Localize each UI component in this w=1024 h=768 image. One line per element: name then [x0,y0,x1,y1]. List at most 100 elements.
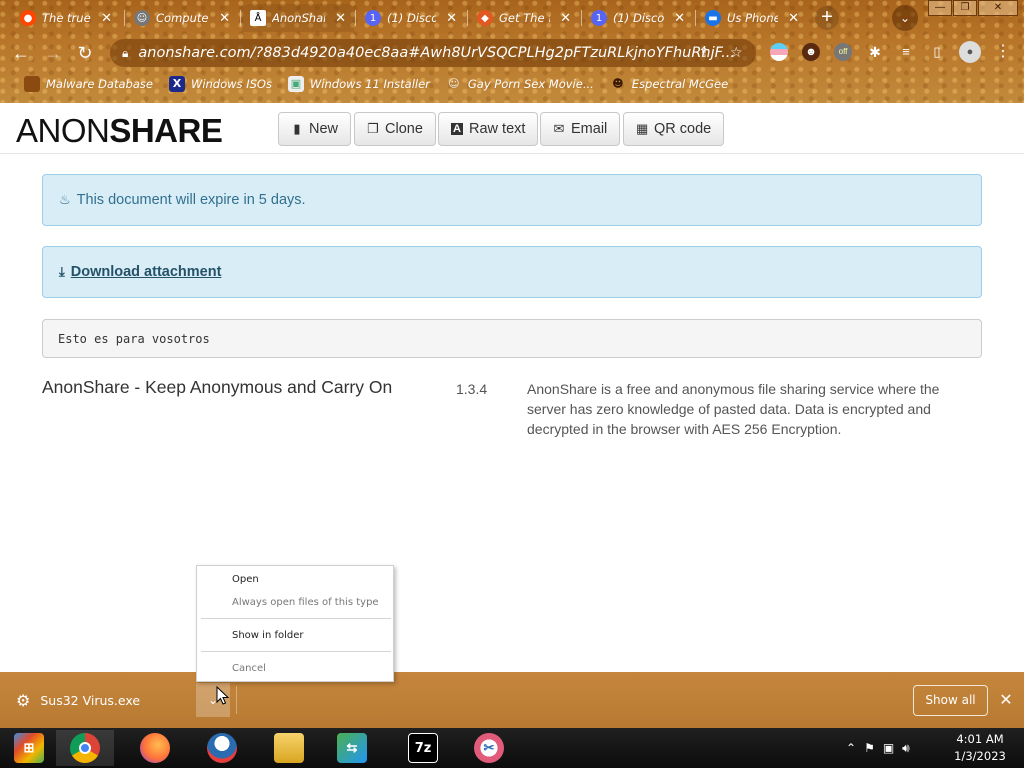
close-icon[interactable]: ✕ [101,11,112,26]
taskbar-file-explorer[interactable] [260,730,318,766]
fire-icon: ♨ [59,192,71,207]
clock-time: 4:01 AM [956,732,1004,746]
url-text: anonshare.com/?883d4920a40ec8aa#Awh8UrVS… [138,45,735,61]
back-button[interactable]: ← [8,40,34,66]
minimize-button[interactable]: — [928,0,952,16]
menu-item-cancel[interactable]: Cancel [232,663,266,674]
menu-kebab-icon[interactable]: ⋮ [994,43,1012,61]
firefox-icon [140,733,170,763]
media-queue-icon[interactable]: ≡ [897,43,915,61]
download-attachment-link[interactable]: Download attachment [71,264,222,280]
window-close-button[interactable]: ✕ [978,0,1018,16]
close-icon[interactable]: ✕ [446,11,457,26]
network-tray-icon[interactable]: ▣ [883,741,894,755]
tab-the-true[interactable]: ● The true ✕ [12,4,120,32]
tab-anonshare[interactable]: Å AnonShar ✕ [242,4,354,32]
menu-separator [201,618,391,619]
extension-off-badge[interactable]: off [834,43,852,61]
taskbar-network[interactable]: ⇆ [323,730,381,766]
menu-item-open[interactable]: Open [232,574,259,585]
windows-taskbar: ⊞ ⇆ 7z ✂ ⌃ ⚑ ▣ 🔊︎ 4:01 AM 1/3/2023 [0,728,1024,768]
close-icon[interactable]: ✕ [674,11,685,26]
bookmark-star-icon[interactable]: ☆ [730,45,743,61]
tab-discord-2[interactable]: 1 (1) Disco ✕ [583,4,693,32]
download-shelf: ⚙ Sus32 Virus.exe ⌄ Show all ✕ [0,672,1024,728]
system-tray: ⌃ ⚑ ▣ 🔊︎ [846,728,910,768]
duplicate-icon: ❐ [367,121,379,136]
qrcode-icon: ▦ [636,121,649,136]
taskbar-start[interactable]: ⊞ [0,730,58,766]
bookmark-windows-11-installer[interactable]: ▣ Windows 11 Installer [280,76,438,92]
mouse-cursor-icon [216,686,230,705]
browser-chrome: ● The true ✕ ☺ Computer ✕ Å AnonShar ✕ 1… [0,0,1024,103]
folder-icon [24,76,40,92]
bookmark-malware-database[interactable]: Malware Database [16,76,161,92]
tab-discord-1[interactable]: 1 (1) Disco ✕ [357,4,465,32]
menu-item-always-open[interactable]: Always open files of this type [232,597,379,608]
bookmarks-bar: Malware Database X Windows ISOs ▣ Window… [0,72,1024,96]
tab-separator [695,10,696,26]
download-context-menu: Open Always open files of this type Show… [196,565,394,682]
address-bar[interactable]: 🔒︎ anonshare.com/?883d4920a40ec8aa#Awh8U… [110,39,756,67]
system-icon: ⊞ [14,733,44,763]
fox-icon: ◆ [477,10,493,26]
web-page: ANONSHARE ▮ New ❐ Clone A Raw text ✉ Ema… [0,103,1024,672]
taskbar-obama[interactable] [193,730,251,766]
taskbar-7zip[interactable]: 7z [394,730,452,766]
flag-icon[interactable]: ⚑ [864,741,875,755]
footer-title: AnonShare - Keep Anonymous and Carry On [42,377,393,397]
taskbar-firefox[interactable] [126,730,184,766]
close-icon[interactable]: ✕ [788,11,799,26]
maximize-button[interactable]: ❐ [953,0,977,16]
tab-separator [124,10,125,26]
snipping-icon: ✂ [474,733,504,763]
close-shelf-icon[interactable]: ✕ [997,690,1015,710]
new-button[interactable]: ▮ New [278,112,352,146]
share-icon[interactable]: ⇪ [698,45,710,61]
clone-button[interactable]: ❐ Clone [354,112,436,146]
tab-search-button[interactable]: ⌄ [892,5,918,31]
profile-avatar-icon[interactable]: ● [959,41,981,63]
tab-strip: ● The true ✕ ☺ Computer ✕ Å AnonShar ✕ 1… [0,0,1024,34]
close-icon[interactable]: ✕ [219,11,230,26]
paste-content: Esto es para vosotros [42,319,982,358]
tray-expand-icon[interactable]: ⌃ [846,741,856,755]
tab-separator [467,10,468,26]
bookmark-gay-porn-sex-movie[interactable]: ☺ Gay Porn Sex Movie... [438,76,602,92]
browser-toolbar: ← → ↻ 🔒︎ anonshare.com/?883d4920a40ec8aa… [0,34,1024,72]
menu-separator [201,651,391,652]
image-icon: ▣ [287,76,304,92]
avatar-extension-icon[interactable]: ☻ [802,43,820,61]
bookmark-windows-isos[interactable]: X Windows ISOs [161,76,280,92]
taskbar-clock[interactable]: 4:01 AM 1/3/2023 [940,731,1020,765]
forward-button[interactable]: → [40,40,66,66]
download-item[interactable]: ⚙ Sus32 Virus.exe [16,684,140,716]
tab-us-phone[interactable]: ▬ Us Phone ✕ [697,4,807,32]
menu-item-show-in-folder[interactable]: Show in folder [232,630,303,641]
bookmark-espectral-mcgee[interactable]: ☻ Espectral McGee [602,76,736,92]
extensions-puzzle-icon[interactable]: ✱ [866,43,884,61]
qr-code-button[interactable]: ▦ QR code [623,112,725,146]
site-navbar: ANONSHARE ▮ New ❐ Clone A Raw text ✉ Ema… [0,103,1024,154]
email-button[interactable]: ✉ Email [540,112,621,146]
side-panel-icon[interactable]: ▯ [928,43,946,61]
tab-separator [581,10,582,26]
show-all-button[interactable]: Show all [913,685,988,716]
shelf-divider [236,686,237,714]
anonshare-logo[interactable]: ANONSHARE [16,114,223,148]
font-icon: A [451,123,463,135]
tab-get-the[interactable]: ◆ Get The f ✕ [469,4,579,32]
reload-button[interactable]: ↻ [72,40,98,66]
raw-text-button[interactable]: A Raw text [438,112,539,146]
close-icon[interactable]: ✕ [335,11,346,26]
new-tab-button[interactable]: + [815,6,839,30]
obama-icon [207,733,237,763]
taskbar-chrome[interactable] [56,730,114,766]
close-icon[interactable]: ✕ [560,11,571,26]
chat-icon: ▬ [705,10,721,26]
tab-computer[interactable]: ☺ Computer ✕ [126,4,238,32]
volume-icon[interactable]: 🔊︎ [902,741,910,756]
flag-extension-icon[interactable] [770,43,788,61]
envelope-icon: ✉ [553,121,565,136]
taskbar-snipping[interactable]: ✂ [460,730,518,766]
